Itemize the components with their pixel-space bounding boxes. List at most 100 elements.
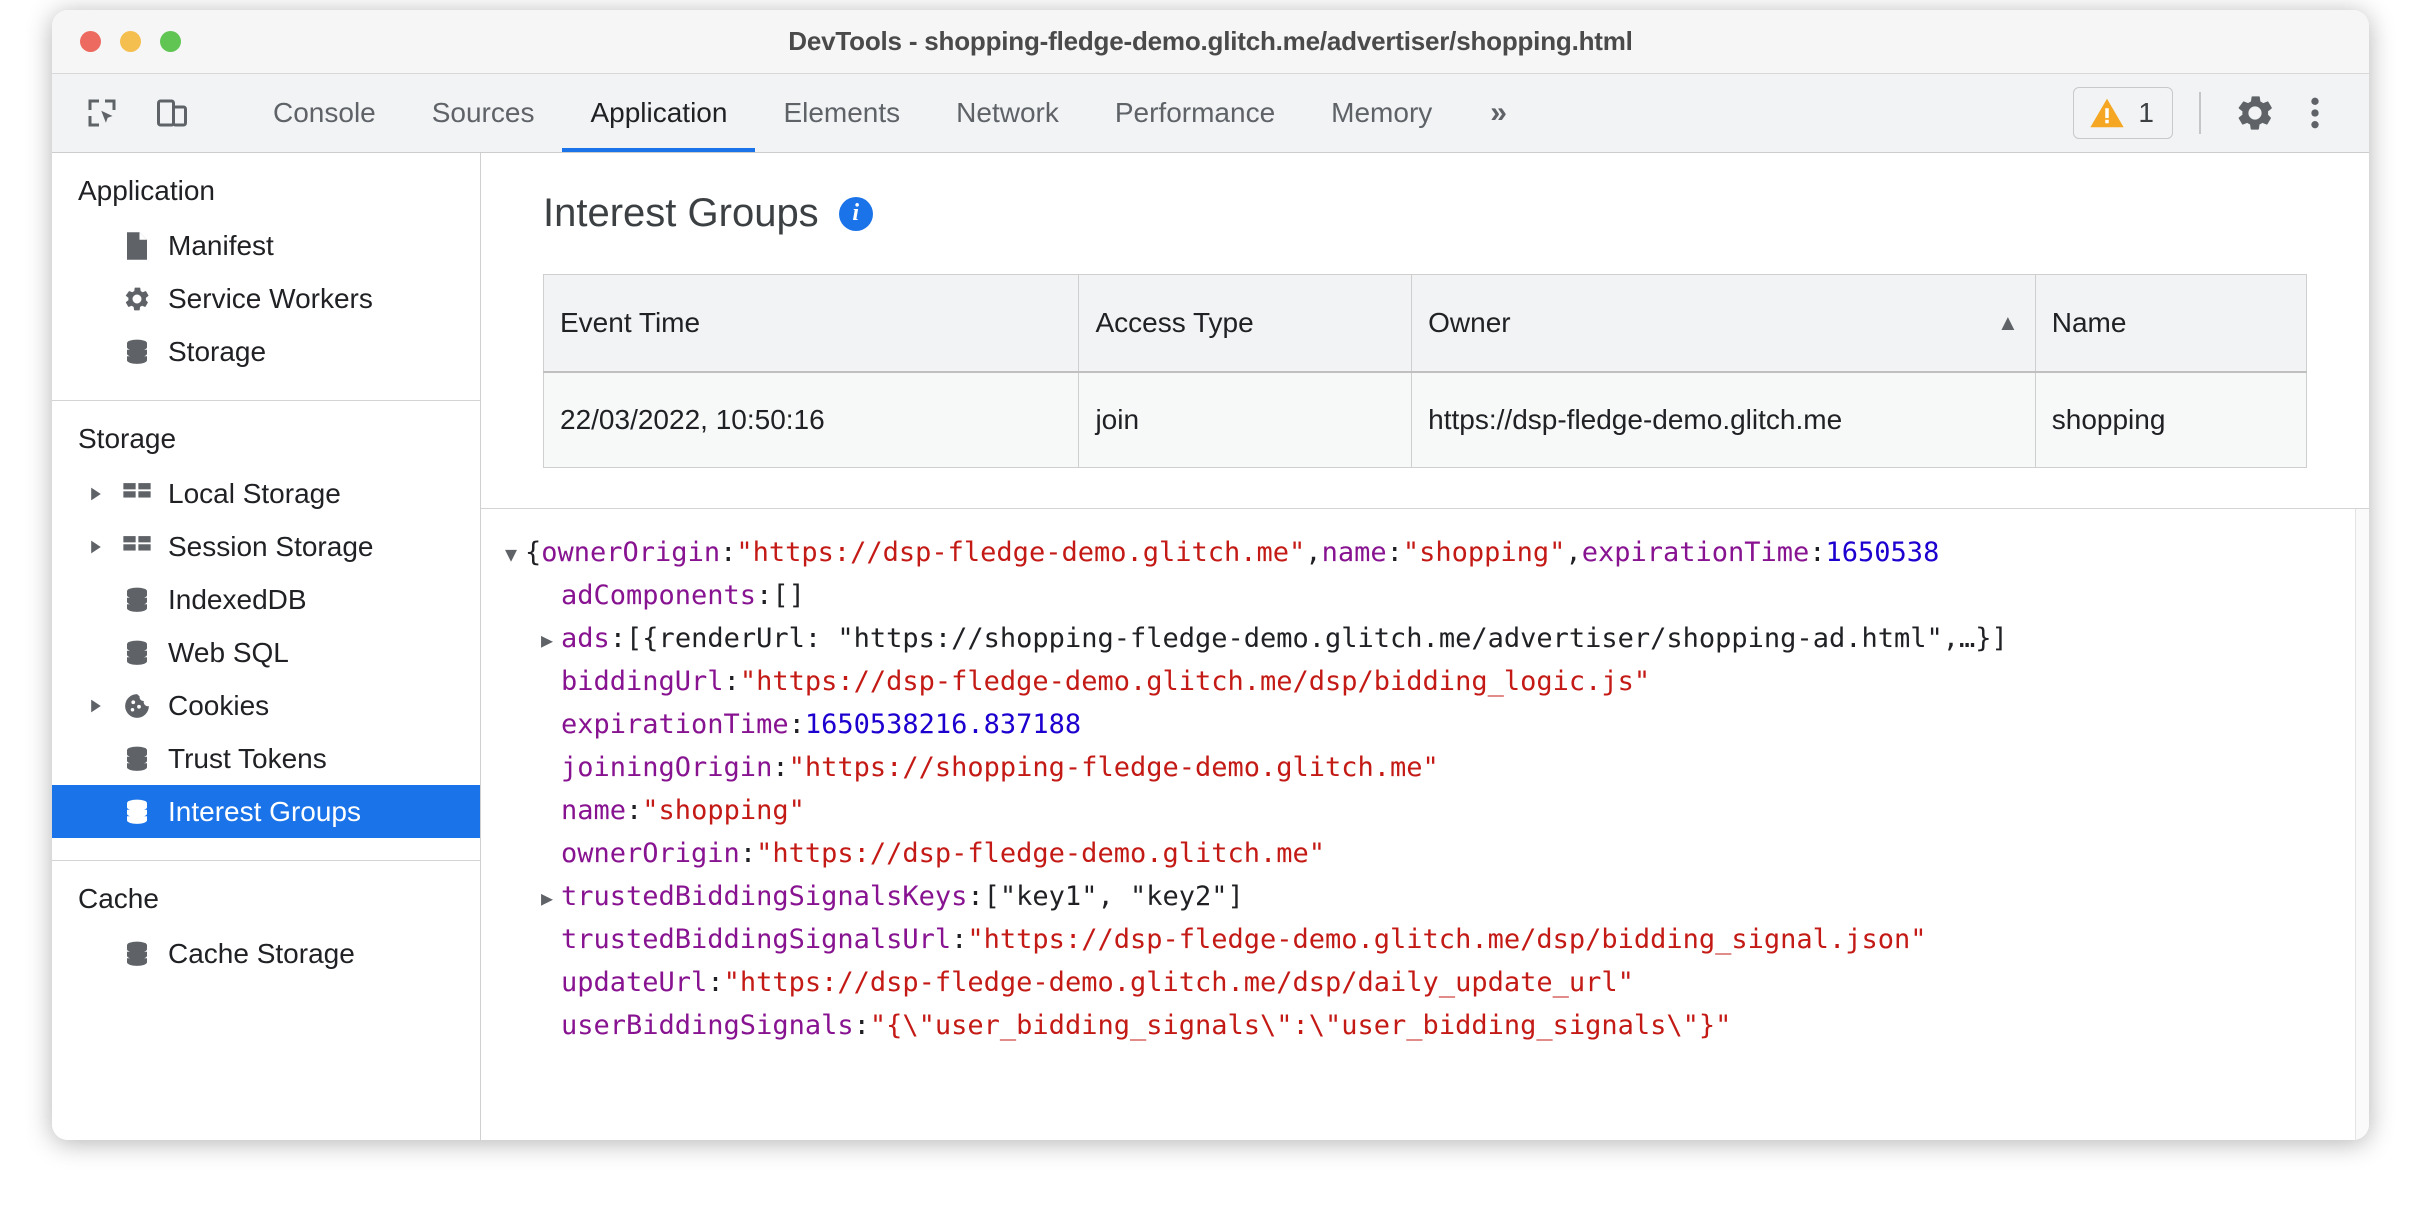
json-key: adComponents: [561, 580, 757, 611]
sidebar-item-label: Cache Storage: [168, 937, 355, 969]
sidebar-item-interest-groups[interactable]: Interest Groups: [52, 785, 480, 838]
panel-tabs: Console Sources Application Elements Net…: [245, 74, 1537, 152]
json-brace: {: [525, 537, 542, 568]
json-value: "{\"user_bidding_signals\":\"user_biddin…: [869, 1010, 1732, 1041]
json-colon: :: [739, 838, 757, 869]
json-property-row[interactable]: adComponents: []: [481, 574, 2369, 617]
sidebar-item-session-storage[interactable]: Session Storage: [52, 520, 480, 573]
sidebar-item-web-sql[interactable]: Web SQL: [52, 626, 480, 679]
json-value: "https://dsp-fledge-demo.glitch.me/dsp/b…: [967, 924, 1927, 955]
more-options-icon[interactable]: [2287, 85, 2343, 141]
gear-icon: [120, 282, 154, 316]
more-tabs-icon[interactable]: »: [1460, 74, 1537, 152]
json-property-row[interactable]: ▶ trustedBiddingSignalsKeys: ["key1", "ke…: [481, 875, 2369, 918]
expand-triangle-icon[interactable]: ▼: [497, 533, 525, 576]
database-icon: [120, 335, 154, 369]
column-header-access-type[interactable]: Access Type: [1078, 274, 1413, 373]
sidebar-item-label: Cookies: [168, 689, 270, 721]
gear-icon[interactable]: [2227, 85, 2283, 141]
json-property-row[interactable]: ownerOrigin: "https://dsp-fledge-demo.gl…: [481, 832, 2369, 875]
json-property-row[interactable]: trustedBiddingSignalsUrl: "https://dsp-f…: [481, 918, 2369, 961]
tab-console[interactable]: Console: [245, 74, 404, 152]
json-key: biddingUrl: [561, 666, 724, 697]
caret-right-icon[interactable]: [86, 698, 106, 714]
cell-name: shopping: [2035, 372, 2307, 468]
tab-performance[interactable]: Performance: [1087, 74, 1303, 152]
json-colon: :: [609, 623, 627, 654]
json-colon: :: [853, 1010, 870, 1041]
manifest-icon: [120, 229, 154, 263]
json-key: name: [1321, 537, 1387, 568]
tab-application[interactable]: Application: [562, 74, 756, 152]
interest-groups-panel: Interest Groups i Event Time Access Type…: [481, 153, 2369, 1140]
database-icon: [120, 636, 154, 670]
maximize-window-button[interactable]: [160, 31, 181, 52]
panel-title-row: Interest Groups i: [543, 191, 2369, 236]
json-value: ["key1", "key2"]: [983, 881, 1244, 912]
inspect-element-icon[interactable]: [76, 87, 128, 139]
sidebar-item-label: Storage: [168, 335, 267, 367]
interest-group-details-tree[interactable]: ▼ { ownerOrigin : "https://dsp-fledge-de…: [481, 509, 2369, 1140]
json-property-row[interactable]: name: "shopping": [481, 789, 2369, 832]
json-colon: :: [772, 752, 789, 783]
column-header-event-time[interactable]: Event Time: [543, 274, 1080, 373]
info-icon[interactable]: i: [838, 196, 873, 231]
json-colon: :: [967, 881, 984, 912]
vertical-scrollbar[interactable]: [2355, 509, 2369, 1140]
table-icon: [120, 530, 154, 564]
sidebar-item-service-workers[interactable]: Service Workers: [52, 272, 480, 325]
close-window-button[interactable]: [80, 31, 101, 52]
application-sidebar[interactable]: Application Manifest Service Workers Sto…: [52, 153, 481, 1140]
json-value: "shopping": [642, 795, 805, 826]
caret-right-icon[interactable]: [86, 486, 106, 502]
column-header-label: Event Time: [560, 307, 701, 338]
json-value: []: [772, 580, 805, 611]
json-root-row[interactable]: ▼ { ownerOrigin : "https://dsp-fledge-de…: [481, 531, 2369, 574]
json-colon: :: [1809, 537, 1826, 568]
json-property-row[interactable]: ▶ ads: [{renderUrl: "https://shopping-fle…: [481, 617, 2369, 660]
caret-right-icon[interactable]: [86, 539, 106, 555]
json-key: expirationTime: [561, 709, 789, 740]
sidebar-item-local-storage[interactable]: Local Storage: [52, 467, 480, 520]
database-icon: [120, 742, 154, 776]
minimize-window-button[interactable]: [120, 31, 141, 52]
expand-triangle-icon[interactable]: ▶: [533, 877, 561, 920]
json-property-row[interactable]: userBiddingSignals: "{\"user_bidding_sig…: [481, 1004, 2369, 1047]
cell-event-time: 22/03/2022, 10:50:16: [543, 372, 1080, 468]
json-key: joiningOrigin: [561, 752, 773, 783]
column-header-owner[interactable]: Owner ▲: [1411, 274, 2036, 373]
column-header-name[interactable]: Name: [2035, 274, 2307, 373]
expand-triangle-icon[interactable]: ▶: [533, 619, 561, 662]
json-key: trustedBiddingSignalsUrl: [561, 924, 952, 955]
json-property-row[interactable]: expirationTime: 1650538216.837188: [481, 703, 2369, 746]
sidebar-item-manifest[interactable]: Manifest: [52, 219, 480, 272]
json-property-row[interactable]: biddingUrl: "https://dsp-fledge-demo.gli…: [481, 660, 2369, 703]
json-value: "https://dsp-fledge-demo.glitch.me/dsp/b…: [739, 666, 1651, 697]
json-key: userBiddingSignals: [561, 1010, 854, 1041]
warning-triangle-icon: [2090, 98, 2125, 128]
sidebar-item-label: Local Storage: [168, 477, 341, 509]
sidebar-item-trust-tokens[interactable]: Trust Tokens: [52, 732, 480, 785]
sidebar-item-indexeddb[interactable]: IndexedDB: [52, 573, 480, 626]
database-icon: [120, 583, 154, 617]
json-value: "https://dsp-fledge-demo.glitch.me/dsp/d…: [723, 967, 1634, 998]
sidebar-item-cache-storage[interactable]: Cache Storage: [52, 927, 480, 980]
json-value: "https://shopping-fledge-demo.glitch.me": [788, 752, 1439, 783]
json-key: trustedBiddingSignalsKeys: [561, 881, 968, 912]
json-property-row[interactable]: joiningOrigin: "https://shopping-fledge-…: [481, 746, 2369, 789]
sidebar-item-cookies[interactable]: Cookies: [52, 679, 480, 732]
interest-groups-table[interactable]: Event Time Access Type Owner ▲ Name 22/0…: [543, 274, 2307, 468]
json-comma: ,: [1305, 537, 1322, 568]
tab-elements[interactable]: Elements: [755, 74, 928, 152]
tab-sources[interactable]: Sources: [404, 74, 563, 152]
json-property-row[interactable]: updateUrl: "https://dsp-fledge-demo.glit…: [481, 961, 2369, 1004]
tab-memory[interactable]: Memory: [1303, 74, 1460, 152]
device-toolbar-icon[interactable]: [146, 87, 198, 139]
json-key: ownerOrigin: [561, 838, 740, 869]
tab-network[interactable]: Network: [928, 74, 1087, 152]
sidebar-item-storage[interactable]: Storage: [52, 325, 480, 378]
warning-badge[interactable]: 1: [2073, 87, 2173, 139]
table-row[interactable]: 22/03/2022, 10:50:16 join https://dsp-fl…: [543, 372, 2307, 468]
toolbar-left-group: [52, 74, 245, 152]
json-value: 1650538216.837188: [804, 709, 1082, 740]
